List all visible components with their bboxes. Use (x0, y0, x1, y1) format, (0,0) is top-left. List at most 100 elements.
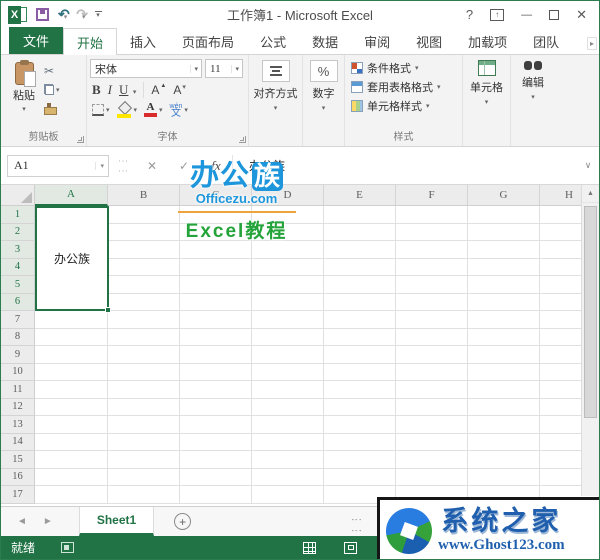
cell-B12[interactable] (108, 399, 180, 417)
phonetic-guide-button[interactable]: wén文▾ (170, 102, 188, 117)
cell-F11[interactable] (396, 381, 468, 399)
selected-cell-A1[interactable]: 办公族 (35, 206, 109, 311)
cell-D4[interactable] (252, 259, 324, 277)
paste-button[interactable]: 粘贴 ▾ (4, 58, 44, 131)
cell-G5[interactable] (468, 276, 540, 294)
ribbon-tab[interactable]: 插入 (117, 28, 169, 54)
cells-button[interactable]: 单元格 ▾ (463, 55, 510, 146)
underline-button[interactable]: U ▾ (119, 81, 136, 99)
row-header-6[interactable]: 6 (1, 294, 35, 312)
cell-E8[interactable] (324, 329, 396, 347)
cell-E2[interactable] (324, 224, 396, 242)
cell-C12[interactable] (180, 399, 252, 417)
column-header-F[interactable]: F (396, 185, 468, 206)
cell-C15[interactable] (180, 451, 252, 469)
cell-B4[interactable] (108, 259, 180, 277)
cell-G7[interactable] (468, 311, 540, 329)
cell-C17[interactable] (180, 486, 252, 504)
cell-F12[interactable] (396, 399, 468, 417)
cell-E7[interactable] (324, 311, 396, 329)
cell-A8[interactable] (35, 329, 108, 347)
row-header-7[interactable]: 7 (1, 311, 35, 329)
cell-E4[interactable] (324, 259, 396, 277)
cell-G11[interactable] (468, 381, 540, 399)
cell-B1[interactable] (108, 206, 180, 224)
cell-B11[interactable] (108, 381, 180, 399)
cell-C7[interactable] (180, 311, 252, 329)
bold-button[interactable]: B (92, 82, 101, 98)
ribbon-display-options-button[interactable]: ↑ (490, 9, 504, 21)
cell-E14[interactable] (324, 434, 396, 452)
cell-C10[interactable] (180, 364, 252, 382)
vertical-scrollbar[interactable]: ▲ (581, 185, 599, 496)
cell-G1[interactable] (468, 206, 540, 224)
cell-E10[interactable] (324, 364, 396, 382)
cell-B16[interactable] (108, 469, 180, 487)
increase-font-button[interactable]: A▲ (151, 83, 166, 97)
tab-file[interactable]: 文件 (9, 27, 63, 54)
cell-B6[interactable] (108, 294, 180, 312)
undo-dropdown-icon[interactable]: ▾ (64, 14, 68, 21)
cell-D7[interactable] (252, 311, 324, 329)
chevron-down-icon[interactable]: ▾ (231, 65, 242, 73)
ribbon-tab[interactable]: 页面布局 (169, 28, 247, 54)
cell-D17[interactable] (252, 486, 324, 504)
decrease-font-button[interactable]: A▾ (173, 83, 186, 97)
next-sheet-icon[interactable]: ► (43, 516, 53, 527)
cell-F5[interactable] (396, 276, 468, 294)
chevron-down-icon[interactable]: ▾ (190, 65, 201, 73)
cell-styles-button[interactable]: 单元格样式▾ (351, 98, 459, 114)
page-layout-view-icon[interactable] (344, 542, 357, 554)
help-button[interactable]: ? (466, 7, 473, 22)
cell-A10[interactable] (35, 364, 108, 382)
column-header-A[interactable]: A (35, 185, 108, 206)
column-header-G[interactable]: G (468, 185, 540, 206)
scroll-up-icon[interactable]: ▲ (582, 185, 599, 203)
column-header-D[interactable]: D (252, 185, 324, 206)
undo-button[interactable]: ↶▾ (58, 6, 67, 24)
cell-E1[interactable] (324, 206, 396, 224)
cell-D11[interactable] (252, 381, 324, 399)
cell-C16[interactable] (180, 469, 252, 487)
cell-A17[interactable] (35, 486, 108, 504)
cell-C5[interactable] (180, 276, 252, 294)
row-header-2[interactable]: 2 (1, 224, 35, 242)
tab-scrollbar-splitter[interactable]: ⋮⋮ (353, 514, 358, 536)
cell-A15[interactable] (35, 451, 108, 469)
cell-C9[interactable] (180, 346, 252, 364)
cell-C13[interactable] (180, 416, 252, 434)
cell-E15[interactable] (324, 451, 396, 469)
cell-F13[interactable] (396, 416, 468, 434)
insert-function-button[interactable]: fx (200, 158, 232, 174)
cell-B2[interactable] (108, 224, 180, 242)
cell-G12[interactable] (468, 399, 540, 417)
cell-B17[interactable] (108, 486, 180, 504)
chevron-down-icon[interactable]: ▾ (95, 162, 108, 170)
ribbon-tab[interactable]: 数据 (299, 28, 351, 54)
ribbon-tab[interactable]: 开始 (63, 28, 117, 55)
save-icon[interactable] (36, 8, 49, 21)
cell-C11[interactable] (180, 381, 252, 399)
row-header-5[interactable]: 5 (1, 276, 35, 294)
cell-C2[interactable] (180, 224, 252, 242)
cell-G6[interactable] (468, 294, 540, 312)
cancel-button[interactable]: ✕ (136, 159, 168, 173)
cell-A9[interactable] (35, 346, 108, 364)
cell-C3[interactable] (180, 241, 252, 259)
cell-G10[interactable] (468, 364, 540, 382)
row-header-11[interactable]: 11 (1, 381, 35, 399)
clipboard-dialog-launcher-icon[interactable] (77, 136, 84, 143)
cell-C1[interactable] (180, 206, 252, 224)
cell-F8[interactable] (396, 329, 468, 347)
scrollbar-thumb[interactable] (584, 206, 597, 418)
row-header-17[interactable]: 17 (1, 486, 35, 504)
customize-qat-button[interactable]: ▾ (95, 11, 102, 18)
alignment-button[interactable]: 对齐方式 ▾ (249, 55, 302, 146)
cell-F10[interactable] (396, 364, 468, 382)
excel-app-icon[interactable]: X (8, 6, 27, 24)
cell-D5[interactable] (252, 276, 324, 294)
cell-A11[interactable] (35, 381, 108, 399)
name-box[interactable]: A1 ▾ (7, 155, 109, 177)
formula-input[interactable]: 办公族 (232, 155, 577, 177)
column-header-C[interactable]: C (180, 185, 252, 206)
